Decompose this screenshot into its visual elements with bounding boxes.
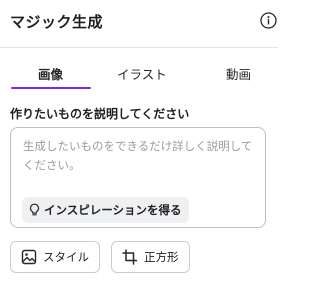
info-button[interactable] (260, 12, 280, 32)
crop-icon (122, 249, 138, 265)
lightbulb-icon (28, 203, 41, 217)
info-icon (260, 12, 277, 29)
active-tab-indicator (11, 87, 91, 89)
media-type-tabs: 画像 イラスト 動画 (0, 56, 278, 92)
get-inspiration-label: インスピレーションを得る (44, 203, 182, 217)
style-button[interactable]: スタイル (10, 241, 100, 273)
panel-title: マジック生成 (10, 13, 104, 31)
prompt-placeholder: 生成したいものをできるだけ詳しく説明してください。 (23, 139, 253, 172)
tab-video[interactable]: 動画 (226, 64, 251, 83)
tab-image[interactable]: 画像 (38, 64, 63, 83)
aspect-ratio-label: 正方形 (144, 250, 179, 264)
tab-illustration[interactable]: イラスト (117, 64, 167, 83)
get-inspiration-button[interactable]: インスピレーションを得る (22, 197, 189, 223)
image-icon (21, 249, 37, 265)
prompt-label: 作りたいものを説明してください (10, 107, 190, 121)
style-label: スタイル (43, 250, 89, 264)
aspect-ratio-button[interactable]: 正方形 (111, 241, 190, 273)
prompt-input[interactable]: 生成したいものをできるだけ詳しく説明してください。 インスピレーションを得る (10, 127, 266, 228)
panel-header: マジック生成 (0, 0, 278, 48)
magic-generate-panel: マジック生成 画像 イラスト 動画 作りたいものを説明してください 生成したいも… (0, 0, 278, 300)
